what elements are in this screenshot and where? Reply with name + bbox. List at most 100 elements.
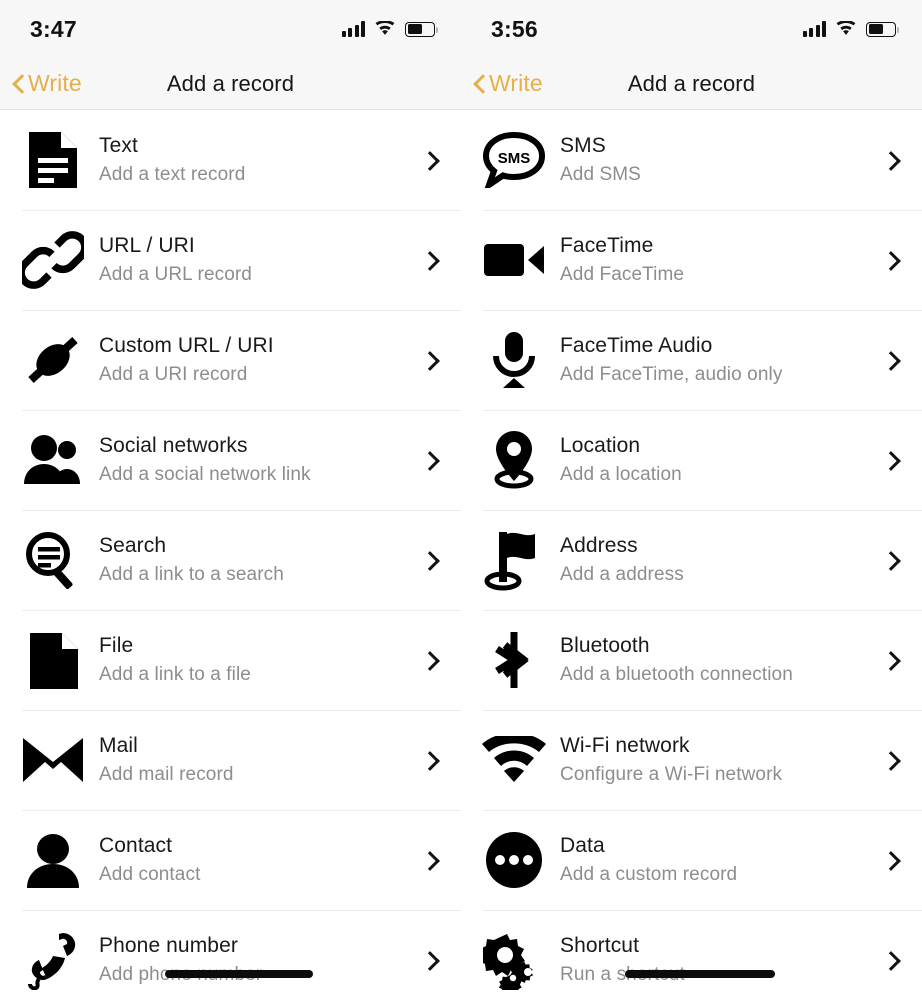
chevron-right-icon xyxy=(421,350,441,370)
list-item-location[interactable]: Location Add a location xyxy=(461,410,922,510)
chevron-right-icon xyxy=(421,850,441,870)
list-item-title: FaceTime Audio xyxy=(560,333,713,357)
chevron-right-icon xyxy=(421,750,441,770)
list-item-subtitle: Add FaceTime, audio only xyxy=(560,364,783,386)
list-item-title: Social networks xyxy=(99,433,248,457)
person-contact-icon xyxy=(18,829,88,891)
list-item-facetime[interactable]: FaceTime Add FaceTime xyxy=(461,210,922,310)
ellipsis-circle-icon xyxy=(479,829,549,891)
list-item-social-networks[interactable]: Social networks Add a social network lin… xyxy=(0,410,461,510)
list-item-title: Text xyxy=(99,133,138,157)
list-item-title: Custom URL / URI xyxy=(99,333,274,357)
chevron-right-icon xyxy=(882,850,902,870)
list-item-text-block: FaceTime Audio Add FaceTime, audio only xyxy=(549,332,882,389)
back-button[interactable]: Write xyxy=(0,70,82,97)
chevron-right-icon xyxy=(421,650,441,670)
list-item-phone-number[interactable]: Phone number Add phone number xyxy=(0,910,461,995)
dual-screenshot-container: 3:47 Write Add a record Text Add a text … xyxy=(0,0,922,995)
list-item-text-block: Custom URL / URI Add a URI record xyxy=(88,332,421,389)
sms-bubble-icon: SMS xyxy=(479,129,549,191)
back-button-label: Write xyxy=(28,70,82,96)
link-chain-icon xyxy=(18,229,88,291)
list-item-subtitle: Add a address xyxy=(560,564,684,586)
chevron-right-icon xyxy=(882,450,902,470)
list-item-bluetooth[interactable]: Bluetooth Add a bluetooth connection xyxy=(461,610,922,710)
chevron-right-icon xyxy=(421,250,441,270)
list-item-text-block: SMS Add SMS xyxy=(549,132,882,189)
list-item-file[interactable]: File Add a link to a file xyxy=(0,610,461,710)
list-item-text-block: URL / URI Add a URL record xyxy=(88,232,421,289)
list-item-title: Bluetooth xyxy=(560,633,650,657)
list-item-contact[interactable]: Contact Add contact xyxy=(0,810,461,910)
list-item-data[interactable]: Data Add a custom record xyxy=(461,810,922,910)
list-item-title: Address xyxy=(560,533,638,557)
list-item-title: Search xyxy=(99,533,167,557)
list-item-subtitle: Add a custom record xyxy=(560,864,738,886)
list-item-subtitle: Add a URI record xyxy=(99,364,248,386)
cellular-signal-icon xyxy=(341,21,365,37)
home-indicator xyxy=(625,970,775,978)
list-item-title: Location xyxy=(560,433,641,457)
list-item-url-uri[interactable]: URL / URI Add a URL record xyxy=(0,210,461,310)
status-indicators xyxy=(341,20,439,37)
list-item-subtitle: Add a location xyxy=(560,464,682,486)
list-item-search[interactable]: Search Add a link to a search xyxy=(0,510,461,610)
back-button-label: Write xyxy=(489,70,543,96)
status-bar: 3:47 xyxy=(0,0,461,58)
back-button[interactable]: Write xyxy=(461,70,543,97)
microphone-icon xyxy=(479,329,549,391)
list-item-title: Data xyxy=(560,833,605,857)
list-item-subtitle: Add FaceTime xyxy=(560,264,685,286)
home-indicator xyxy=(165,970,313,978)
chevron-right-icon xyxy=(882,950,902,970)
phone-screen-right: 3:56 Write Add a record SMS SMS Add SMS … xyxy=(461,0,922,995)
list-item-text-block: Phone number Add phone number xyxy=(88,932,421,989)
list-item-sms[interactable]: SMS SMS Add SMS xyxy=(461,110,922,210)
list-item-text-block: FaceTime Add FaceTime xyxy=(549,232,882,289)
broken-link-icon xyxy=(18,329,88,391)
list-item-shortcut[interactable]: Shortcut Run a shortcut xyxy=(461,910,922,995)
list-item-subtitle: Add a link to a search xyxy=(99,564,284,586)
chevron-left-icon xyxy=(473,73,486,95)
list-item-wifi-network[interactable]: Wi-Fi network Configure a Wi-Fi network xyxy=(461,710,922,810)
battery-icon xyxy=(405,21,439,37)
chevron-right-icon xyxy=(882,650,902,670)
list-item-title: Shortcut xyxy=(560,933,640,957)
list-item-title: File xyxy=(99,633,134,657)
status-time: 3:56 xyxy=(491,15,538,42)
list-item-text-block: Search Add a link to a search xyxy=(88,532,421,589)
list-item-title: URL / URI xyxy=(99,233,195,257)
status-indicators xyxy=(802,20,900,37)
list-item-custom-url-uri[interactable]: Custom URL / URI Add a URI record xyxy=(0,310,461,410)
list-item-subtitle: Add a URL record xyxy=(99,264,252,286)
video-camera-icon xyxy=(479,229,549,291)
record-type-list-left: Text Add a text record URL / URI Add a U… xyxy=(0,110,461,995)
list-item-title: Mail xyxy=(99,733,138,757)
list-item-text-block: Social networks Add a social network lin… xyxy=(88,432,421,489)
list-item-facetime-audio[interactable]: FaceTime Audio Add FaceTime, audio only xyxy=(461,310,922,410)
gears-icon xyxy=(479,929,549,991)
status-time: 3:47 xyxy=(30,15,77,42)
list-item-text-block: Address Add a address xyxy=(549,532,882,589)
record-type-list-right: SMS SMS Add SMS FaceTime Add FaceTime Fa… xyxy=(461,110,922,995)
list-item-text-block: File Add a link to a file xyxy=(88,632,421,689)
svg-text:SMS: SMS xyxy=(498,150,531,167)
list-item-text[interactable]: Text Add a text record xyxy=(0,110,461,210)
file-page-icon xyxy=(18,629,88,691)
list-item-mail[interactable]: Mail Add mail record xyxy=(0,710,461,810)
chevron-right-icon xyxy=(882,750,902,770)
chevron-right-icon xyxy=(421,150,441,170)
list-item-subtitle: Add SMS xyxy=(560,164,641,186)
document-text-icon xyxy=(18,129,88,191)
wifi-icon xyxy=(374,20,396,37)
telephone-handset-icon xyxy=(18,929,88,991)
status-bar: 3:56 xyxy=(461,0,922,58)
list-item-address[interactable]: Address Add a address xyxy=(461,510,922,610)
list-item-subtitle: Add a text record xyxy=(99,164,246,186)
phone-screen-left: 3:47 Write Add a record Text Add a text … xyxy=(0,0,461,995)
chevron-left-icon xyxy=(12,73,25,95)
list-item-title: Wi-Fi network xyxy=(560,733,690,757)
list-item-subtitle: Configure a Wi-Fi network xyxy=(560,764,783,786)
chevron-right-icon xyxy=(421,550,441,570)
map-pin-icon xyxy=(479,429,549,491)
